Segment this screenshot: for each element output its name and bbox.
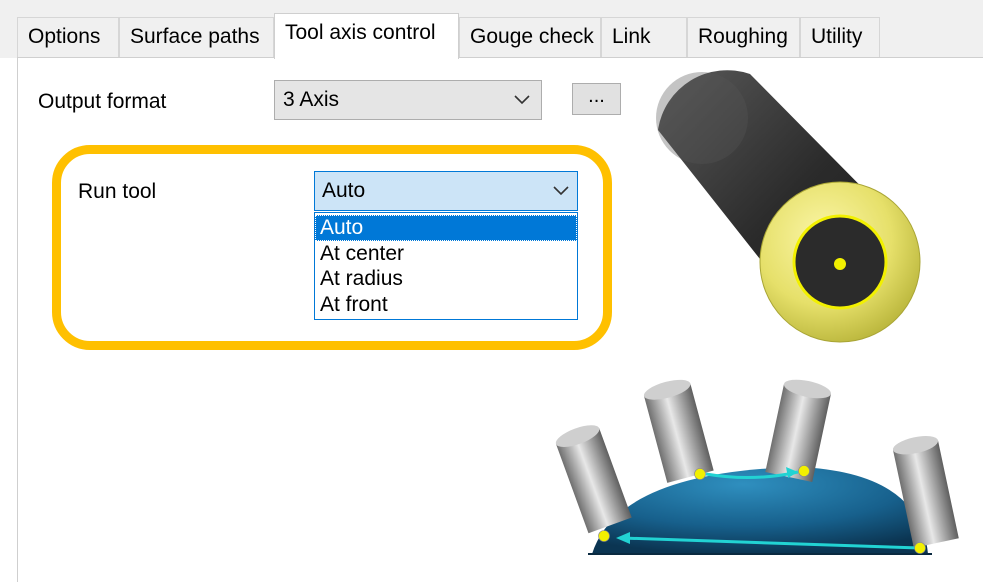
chevron-down-icon (553, 172, 569, 210)
tab-link[interactable]: Link (601, 17, 687, 57)
run-tool-option-auto[interactable]: Auto (315, 215, 577, 241)
run-tool-option-at-radius[interactable]: At radius (315, 266, 577, 292)
output-format-select[interactable]: 3 Axis (274, 80, 542, 120)
run-tool-option-at-front[interactable]: At front (315, 292, 577, 318)
chevron-down-icon (513, 81, 531, 119)
tab-surface-paths[interactable]: Surface paths (119, 17, 274, 57)
tool-axis-dome-illustration (555, 379, 959, 555)
run-tool-select[interactable]: Auto (314, 171, 578, 211)
tab-utility[interactable]: Utility (800, 17, 880, 57)
tool-cylinder-illustration (656, 70, 921, 343)
tab-gouge-check[interactable]: Gouge check (459, 17, 601, 57)
tab-options[interactable]: Options (17, 17, 119, 57)
output-format-more-button[interactable]: ... (572, 83, 621, 115)
tab-strip: Options Surface paths Tool axis control … (0, 0, 983, 59)
tab-tool-axis-control[interactable]: Tool axis control (274, 13, 459, 59)
tab-roughing[interactable]: Roughing (687, 17, 800, 57)
run-tool-value: Auto (322, 179, 366, 202)
output-format-value: 3 Axis (283, 88, 340, 111)
run-tool-option-at-center[interactable]: At center (315, 241, 577, 267)
run-tool-dropdown-list: Auto At center At radius At front (314, 212, 578, 320)
output-format-label: Output format (38, 90, 167, 113)
run-tool-label: Run tool (78, 180, 157, 203)
